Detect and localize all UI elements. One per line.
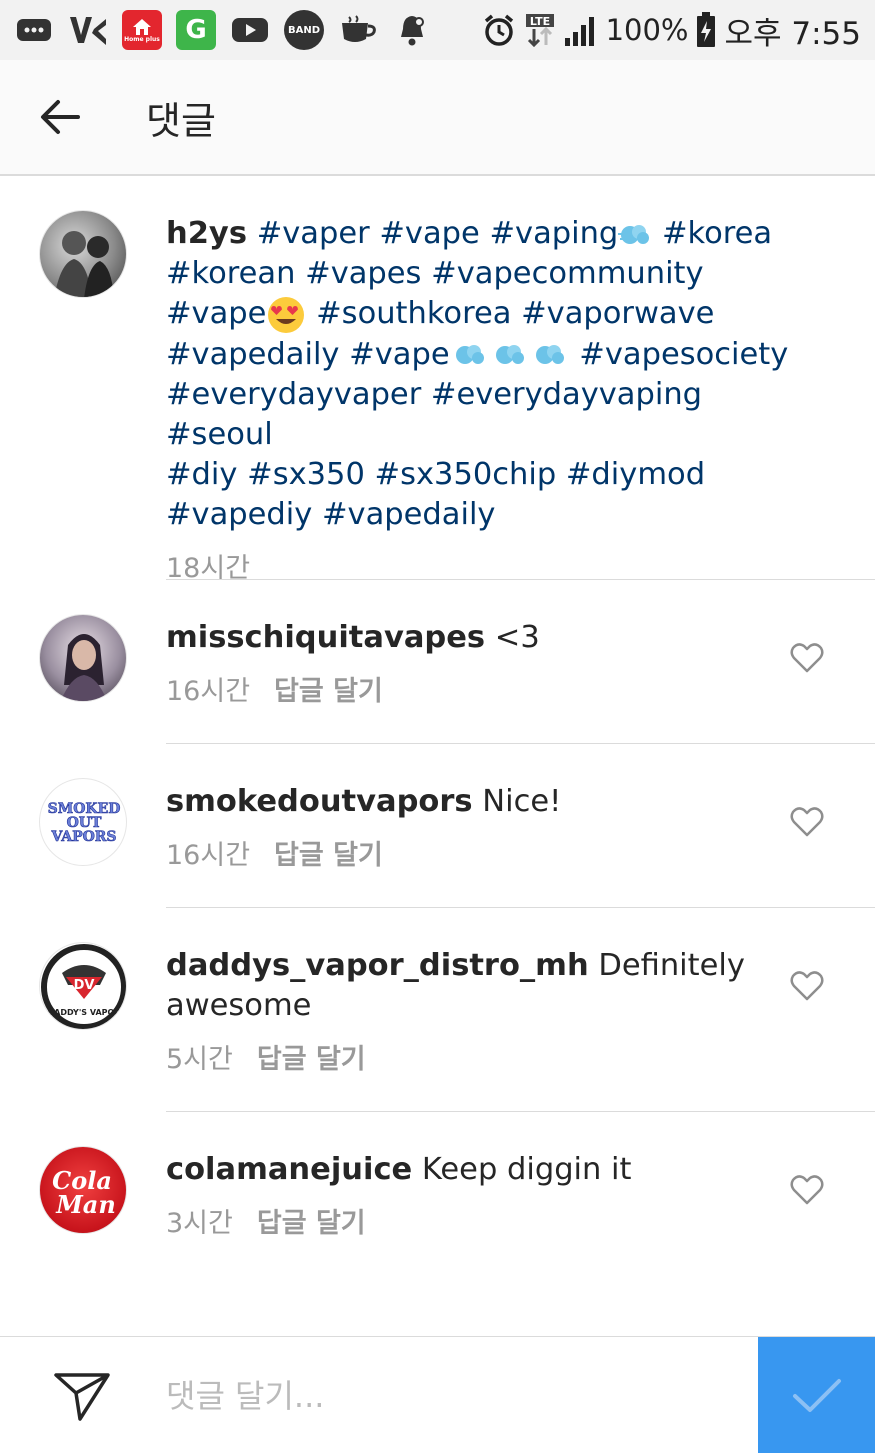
divider <box>166 743 875 744</box>
gmarket-icon: G <box>176 10 216 50</box>
back-button[interactable] <box>30 87 90 147</box>
check-icon <box>792 1378 841 1412</box>
avatar[interactable]: DV DADDY'S VAPOR <box>39 942 127 1030</box>
avatar[interactable] <box>39 210 127 298</box>
divider <box>166 579 875 580</box>
hashtags[interactable]: #korea <box>652 216 772 251</box>
comment-meta: 18시간 <box>166 549 806 589</box>
hashtags[interactable]: #everydayvaper #everydayvaping #seoul <box>166 377 702 452</box>
status-bar: Home plus G BAND LTE 100% 오후 7:55 <box>0 0 875 60</box>
direct-send-icon[interactable] <box>52 1367 112 1427</box>
heart-eyes-emoji-icon <box>268 296 305 333</box>
dash-emoji-icon <box>455 345 484 364</box>
comment-meta: 16시간 답글 달기 <box>166 836 806 876</box>
like-heart-icon[interactable] <box>790 1173 824 1207</box>
username[interactable]: smokedoutvapors <box>166 784 473 819</box>
username[interactable]: misschiquitavapes <box>166 620 485 655</box>
svg-text:VAPORS: VAPORS <box>50 829 116 845</box>
username[interactable]: colamanejuice <box>166 1152 412 1187</box>
hashtags[interactable]: #vape <box>166 296 266 331</box>
comment-text: <3 <box>485 620 540 655</box>
post-comment-button[interactable] <box>758 1337 875 1453</box>
svg-text:DADDY'S VAPOR: DADDY'S VAPOR <box>48 1008 121 1017</box>
divider <box>166 907 875 908</box>
reply-button[interactable]: 답글 달기 <box>257 1208 366 1239</box>
lte-icon: LTE <box>525 14 554 47</box>
alarm-icon <box>484 14 513 46</box>
hashtags[interactable]: #diy #sx350 #sx350chip #diymod <box>166 457 705 492</box>
message-icon <box>14 10 54 50</box>
signal-icon <box>564 17 594 46</box>
comment-meta: 16시간 답글 달기 <box>166 672 806 712</box>
battery-charging-icon <box>697 12 716 47</box>
page-title: 댓글 <box>146 98 216 143</box>
like-heart-icon[interactable] <box>790 969 824 1003</box>
reply-button[interactable]: 답글 달기 <box>274 840 383 871</box>
svg-text:LTE: LTE <box>529 15 549 28</box>
avatar[interactable]: Cola Man <box>39 1146 127 1234</box>
svg-text:Man: Man <box>55 1190 116 1219</box>
dash-emoji-icon <box>495 345 524 364</box>
notification-icon <box>392 10 432 50</box>
dash-emoji-icon <box>535 345 564 364</box>
hashtags[interactable]: #vaper #vape #vaping <box>257 216 619 251</box>
clock: 오후 7:55 <box>724 15 861 52</box>
comment-meta: 5시간 답글 달기 <box>166 1040 806 1080</box>
avatar[interactable] <box>39 614 127 702</box>
hashtags[interactable]: #vapesociety <box>570 337 788 372</box>
battery-percent: 100% <box>605 13 689 47</box>
timestamp: 16시간 <box>166 676 251 707</box>
username[interactable]: h2ys <box>166 216 247 251</box>
youtube-icon <box>230 10 270 50</box>
app-bar: 댓글 <box>0 60 875 176</box>
timestamp: 3시간 <box>166 1208 233 1239</box>
like-heart-icon[interactable] <box>790 641 824 675</box>
timestamp: 5시간 <box>166 1044 233 1075</box>
back-arrow-icon <box>41 100 80 134</box>
comment-input[interactable] <box>166 1367 736 1425</box>
avatar[interactable]: SMOKED OUT VAPORS <box>39 778 127 866</box>
dash-emoji-icon <box>618 224 650 244</box>
comment-meta: 3시간 답글 달기 <box>166 1204 806 1244</box>
comment-text: Nice! <box>472 784 562 819</box>
vs-icon <box>68 10 108 50</box>
hashtags[interactable]: #southkorea #vaporwave <box>306 296 714 331</box>
cafe-icon <box>338 10 378 50</box>
comment-text: Keep diggin it <box>412 1152 632 1187</box>
caption-comment: h2ys #vaper #vape #vaping #korea #korean… <box>0 200 875 584</box>
comment-compose-bar <box>0 1336 875 1453</box>
divider <box>166 1111 875 1112</box>
svg-text:DV: DV <box>74 978 95 993</box>
reply-button[interactable]: 답글 달기 <box>257 1044 366 1075</box>
timestamp: 16시간 <box>166 840 251 871</box>
hashtags[interactable]: #korean #vapes #vapecommunity <box>166 256 704 291</box>
reply-button[interactable]: 답글 달기 <box>274 676 383 707</box>
username[interactable]: daddys_vapor_distro_mh <box>166 948 589 983</box>
like-heart-icon[interactable] <box>790 805 824 839</box>
hashtags[interactable]: #vapediy #vapedaily <box>166 497 495 532</box>
hashtags[interactable]: #vapedaily #vape <box>166 337 450 372</box>
homeplus-icon: Home plus <box>122 10 162 50</box>
band-icon: BAND <box>284 10 324 50</box>
